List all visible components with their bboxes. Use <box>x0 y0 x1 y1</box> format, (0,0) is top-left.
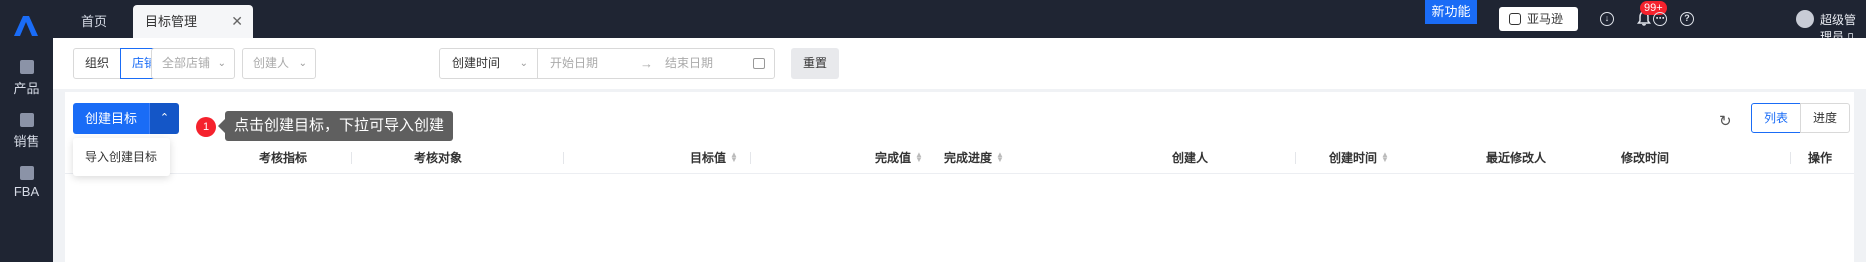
chevron-down-icon: ⌄ <box>519 58 528 69</box>
download-icon[interactable]: ↓ <box>1600 12 1614 26</box>
th-modify-time: 修改时间 <box>1621 151 1670 165</box>
left-rail: 产品 销售 FBA <box>0 0 53 262</box>
column-divider <box>1790 152 1791 164</box>
avatar[interactable] <box>1796 10 1814 28</box>
message-icon[interactable]: ⋯ <box>1653 12 1667 26</box>
column-divider <box>1295 152 1296 164</box>
rail-item-label: 销售 <box>13 134 40 149</box>
view-switch: 列表 进度 <box>1751 103 1851 133</box>
th-label: 完成进度 <box>944 151 993 165</box>
create-target-button[interactable]: 创建目标 <box>73 103 149 134</box>
app-logo-icon[interactable] <box>12 14 40 38</box>
product-icon <box>19 60 34 74</box>
create-target-split-button: 创建目标 ⌃ <box>73 103 179 134</box>
th-target-object: 考核对象 <box>414 151 463 165</box>
seg-org-button[interactable]: 组织 <box>73 48 122 79</box>
platform-switch[interactable]: 亚马逊 <box>1499 7 1578 31</box>
rail-item-sales[interactable]: 销售 <box>0 113 53 150</box>
rail-item-fba[interactable]: FBA <box>0 166 53 199</box>
th-completed-value[interactable]: 完成值 ▲ ▼ <box>875 142 923 174</box>
end-date-input[interactable]: 结束日期 <box>665 49 713 78</box>
rail-item-label: 产品 <box>13 81 40 96</box>
close-icon[interactable]: ✕ <box>231 5 243 38</box>
sort-icon[interactable]: ▲ ▼ <box>730 151 738 164</box>
rail-item-product[interactable]: 产品 <box>0 60 53 97</box>
th-target-value[interactable]: 目标值 ▲ ▼ <box>690 142 738 174</box>
th-label: 创建时间 <box>1329 151 1378 165</box>
view-list-button[interactable]: 列表 <box>1751 103 1802 133</box>
reset-button[interactable]: 重置 <box>791 48 839 79</box>
date-type-label: 创建时间 <box>452 56 501 70</box>
sort-icon[interactable]: ▲ ▼ <box>996 151 1004 164</box>
chevron-up-icon[interactable]: ⌃ <box>149 103 179 134</box>
th-label: 目标值 <box>690 151 727 165</box>
column-divider <box>351 152 352 164</box>
th-progress[interactable]: 完成进度 ▲ ▼ <box>944 142 1004 174</box>
amazon-icon <box>1509 13 1521 25</box>
th-label: 完成值 <box>875 151 912 165</box>
sort-icon[interactable]: ▲ ▼ <box>1381 151 1389 164</box>
th-last-modifier: 最近修改人 <box>1486 151 1547 165</box>
fba-icon <box>19 166 34 180</box>
chevron-down-icon: ⌄ <box>217 58 226 69</box>
tab-label: 目标管理 <box>145 14 198 29</box>
guide-tooltip: 点击创建目标，下拉可导入创建 <box>217 111 454 141</box>
sales-icon <box>19 113 34 127</box>
column-divider <box>750 152 751 164</box>
platform-label: 亚马逊 <box>1527 12 1564 26</box>
import-create-menu-item[interactable]: 导入创建目标 <box>73 138 170 176</box>
column-divider <box>563 152 564 164</box>
date-range-filter: 创建时间 ⌄ 开始日期 → 结束日期 <box>439 48 775 79</box>
new-feature-button[interactable]: 新功能 <box>1425 0 1477 24</box>
creator-select[interactable]: 创建人 ⌄ <box>242 48 316 79</box>
th-actions: 操作 <box>1808 151 1833 165</box>
th-creator: 创建人 <box>1172 151 1209 165</box>
filter-bar: 组织 店铺 全部店铺 ⌄ 创建人 ⌄ 创建时间 ⌄ 开始日期 → 结束日期 重置 <box>53 38 1866 89</box>
view-progress-button[interactable]: 进度 <box>1800 103 1851 133</box>
shop-select-placeholder: 全部店铺 <box>162 56 211 70</box>
refresh-icon[interactable]: ↻ <box>1719 112 1732 130</box>
th-metric: 考核指标 <box>259 151 308 165</box>
start-date-input[interactable]: 开始日期 <box>550 49 598 78</box>
shop-select[interactable]: 全部店铺 ⌄ <box>151 48 235 79</box>
calendar-icon[interactable] <box>753 58 765 69</box>
sort-icon[interactable]: ▲ ▼ <box>915 151 923 164</box>
arrow-right-icon: → <box>640 56 653 71</box>
rail-item-label: FBA <box>13 184 40 199</box>
content-panel: 创建目标 ⌃ 导入创建目标 1 点击创建目标，下拉可导入创建 ↻ 列表 进度 考… <box>65 92 1854 262</box>
creator-select-placeholder: 创建人 <box>253 56 290 70</box>
top-bar: 首页 目标管理 ✕ 新功能 亚马逊 ↓ 99+ ⋯ ? 超级管理员 ▯ <box>53 0 1866 44</box>
tab-target-management[interactable]: 目标管理 ✕ <box>133 5 253 38</box>
table-header: 考核指标 考核对象 目标值 ▲ ▼ 完成值 ▲ ▼ 完成进度 ▲ ▼ 创建人 创建时间 ▲ ▼ … <box>65 142 1854 174</box>
th-create-time[interactable]: 创建时间 ▲ ▼ <box>1329 142 1389 174</box>
date-type-select[interactable]: 创建时间 ⌄ <box>440 49 538 78</box>
help-icon[interactable]: ? <box>1680 12 1694 26</box>
step-badge: 1 <box>196 117 216 137</box>
chevron-down-icon: ⌄ <box>298 58 307 69</box>
tab-home[interactable]: 首页 <box>81 5 107 38</box>
